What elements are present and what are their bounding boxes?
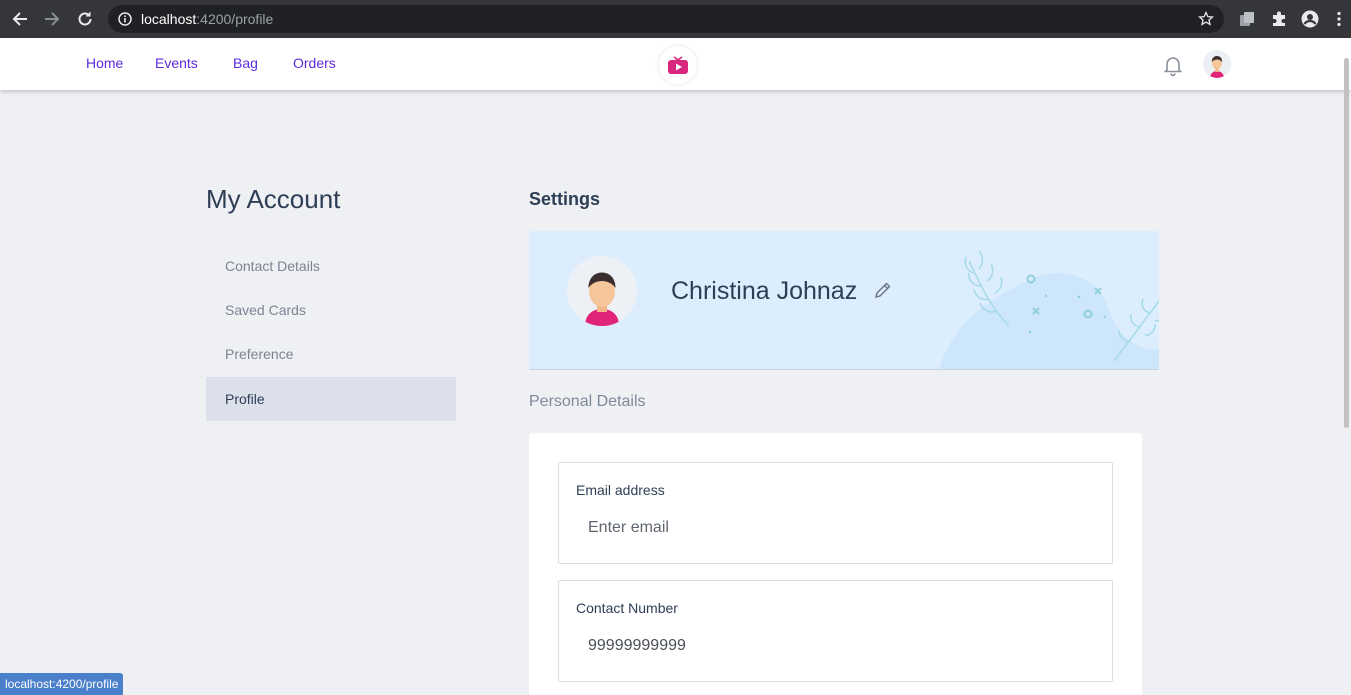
- logo[interactable]: [659, 46, 697, 84]
- info-icon[interactable]: [118, 12, 132, 26]
- nav-bag[interactable]: Bag: [233, 55, 258, 71]
- profile-banner: Christina Johnaz: [529, 231, 1159, 370]
- reload-icon[interactable]: [74, 8, 96, 30]
- extension-icon[interactable]: [1238, 10, 1256, 28]
- nav-events[interactable]: Events: [155, 55, 198, 71]
- nav-home[interactable]: Home: [86, 55, 123, 71]
- email-field: Email address: [558, 462, 1113, 564]
- edit-pencil-icon[interactable]: [873, 280, 893, 300]
- tv-play-icon: [668, 56, 688, 74]
- personal-details-heading: Personal Details: [529, 393, 646, 410]
- contact-number-label: Contact Number: [576, 600, 678, 616]
- account-icon[interactable]: [1301, 10, 1319, 28]
- back-icon[interactable]: [9, 8, 31, 30]
- contact-number-field: Contact Number: [558, 580, 1113, 682]
- nav-orders[interactable]: Orders: [293, 55, 336, 71]
- profile-avatar[interactable]: [567, 256, 637, 326]
- puzzle-icon[interactable]: [1270, 10, 1288, 28]
- page-scrollbar[interactable]: [1343, 38, 1351, 695]
- profile-name: Christina Johnaz: [671, 277, 858, 305]
- app-header: Home Events Bag Orders: [0, 38, 1351, 90]
- address-bar[interactable]: localhost:4200/profile: [108, 5, 1224, 33]
- forward-icon[interactable]: [41, 8, 63, 30]
- email-input[interactable]: [576, 515, 1086, 541]
- banner-decoration-icon: [939, 250, 1159, 369]
- notification-bell-icon[interactable]: [1161, 53, 1185, 77]
- menu-kebab-icon[interactable]: [1330, 10, 1348, 28]
- personal-details-card: Email address Contact Number: [529, 433, 1142, 695]
- page-title: My Account: [206, 184, 341, 214]
- browser-toolbar: localhost:4200/profile: [0, 0, 1351, 38]
- contact-number-input[interactable]: [576, 633, 1086, 659]
- url-text: localhost:4200/profile: [141, 11, 274, 27]
- status-bar-url: localhost:4200/profile: [0, 673, 124, 695]
- bookmark-star-icon[interactable]: [1198, 11, 1214, 27]
- settings-heading: Settings: [529, 189, 601, 209]
- sidebar-item-contact-details[interactable]: Contact Details: [206, 244, 456, 288]
- email-label: Email address: [576, 482, 665, 498]
- sidebar-item-preference[interactable]: Preference: [206, 332, 456, 376]
- user-avatar[interactable]: [1203, 50, 1231, 78]
- sidebar-item-saved-cards[interactable]: Saved Cards: [206, 288, 456, 332]
- sidebar-item-profile[interactable]: Profile: [206, 377, 456, 421]
